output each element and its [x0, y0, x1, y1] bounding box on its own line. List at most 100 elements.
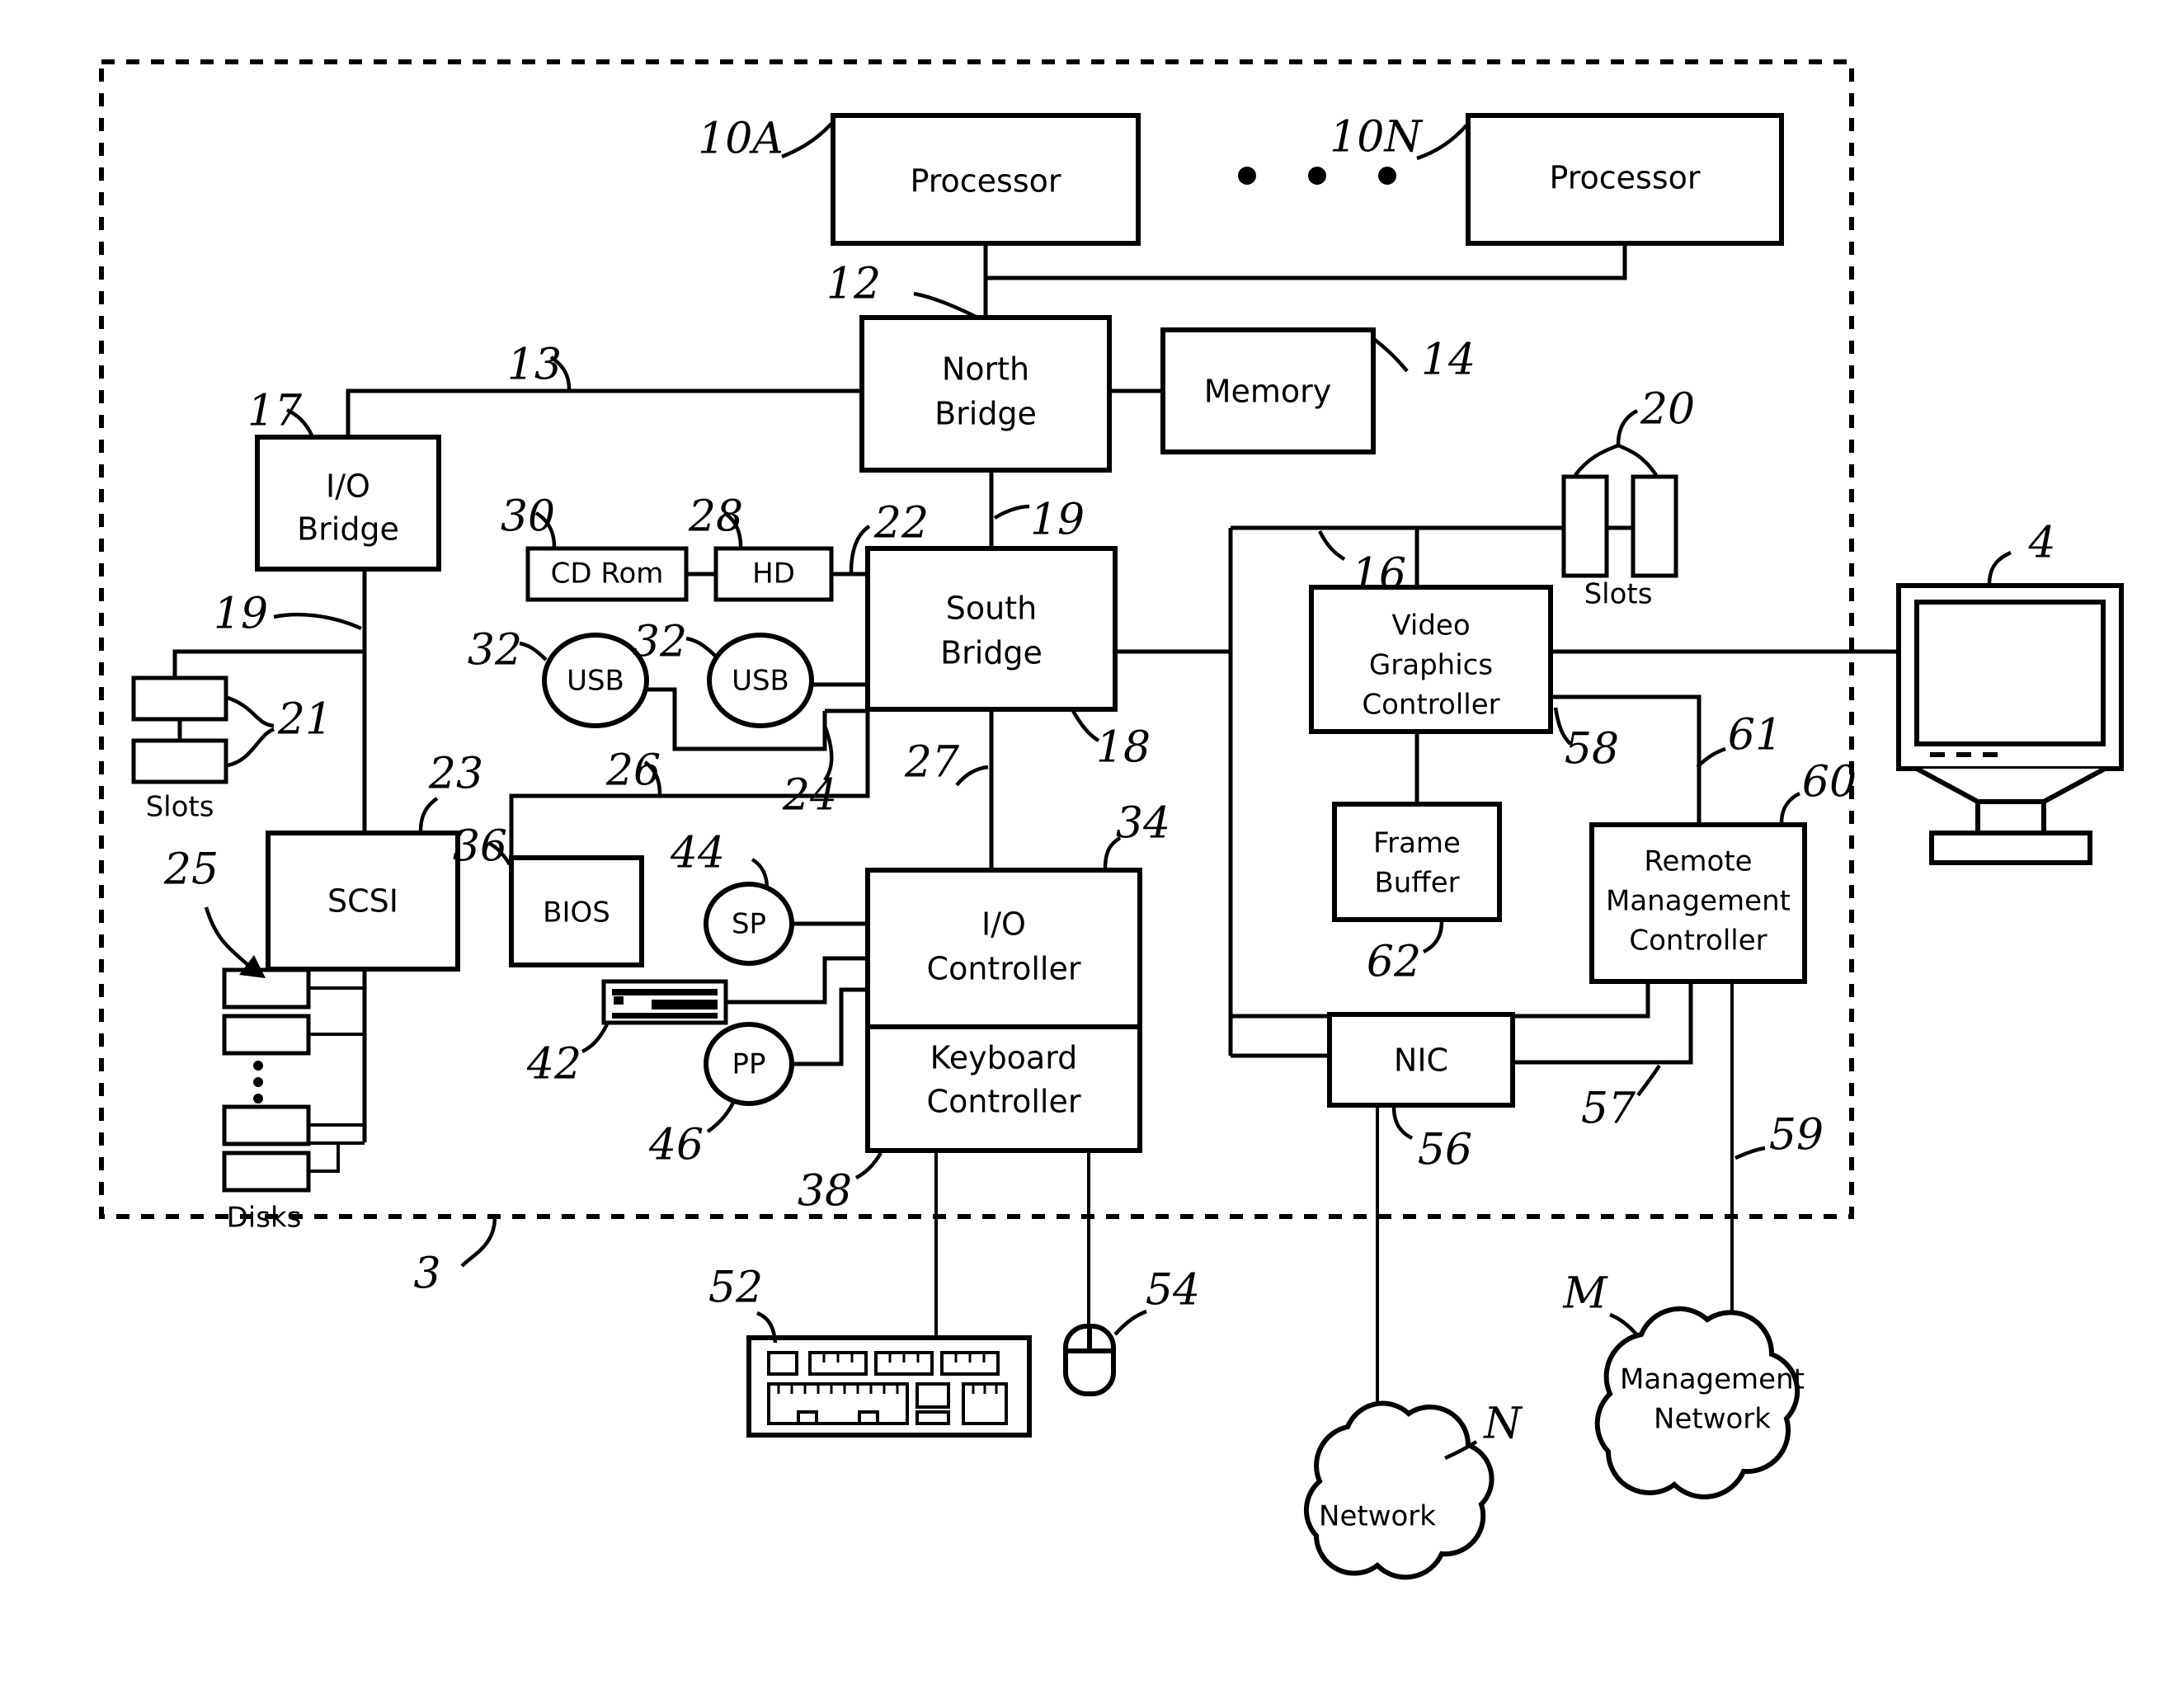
- monitor-icon: [1896, 583, 2124, 865]
- lead-20-a: [1574, 443, 1619, 477]
- keyboard-controller-label-2: Controller: [927, 1084, 1081, 1120]
- wire-left-slots: [172, 649, 365, 678]
- lead-25: [204, 906, 257, 973]
- scsi-label: SCSI: [327, 883, 398, 920]
- network-cloud-label: Network: [1319, 1500, 1436, 1533]
- lead-54: [1113, 1309, 1147, 1336]
- lead-38: [854, 1151, 883, 1180]
- ref-20: 20: [1640, 385, 1695, 435]
- lead-4: [1987, 550, 2012, 585]
- ref-N: N: [1482, 1400, 1523, 1449]
- ref-21: 21: [277, 695, 332, 745]
- ref-32-right: 32: [633, 618, 687, 667]
- lead-10N: [1416, 124, 1468, 161]
- disks-label: Disks: [227, 1202, 302, 1235]
- lead-10A: [781, 122, 833, 159]
- vgc-label-3: Controller: [1362, 689, 1499, 722]
- ref-27: 27: [904, 738, 960, 788]
- ref-52: 52: [708, 1264, 763, 1313]
- ref-4: 4: [2027, 519, 2055, 568]
- ref-12: 12: [826, 260, 881, 309]
- floppy-drive-icon: [601, 979, 728, 1025]
- disk-4: [222, 1151, 311, 1193]
- lead-16: [1317, 529, 1346, 561]
- processor-ellipsis-dot: [1308, 167, 1326, 185]
- io-bridge-label-2: Bridge: [297, 511, 399, 548]
- disk-ellipsis-dot: [253, 1061, 263, 1071]
- ref-13: 13: [507, 341, 562, 390]
- disk-2: [222, 1014, 311, 1056]
- slot-left-2: [131, 738, 228, 784]
- rmc-label-2: Management: [1606, 885, 1791, 918]
- slot-left-1: [131, 675, 228, 722]
- ref-57: 57: [1581, 1085, 1636, 1134]
- processor-ellipsis-dot: [1378, 167, 1396, 185]
- ref-17: 17: [247, 387, 303, 436]
- ref-34: 34: [1116, 799, 1170, 849]
- ref-58: 58: [1565, 725, 1619, 774]
- lead-20-b: [1617, 443, 1658, 477]
- memory-label: Memory: [1204, 374, 1332, 410]
- lead-M: [1609, 1312, 1640, 1338]
- lead-20-stem: [1616, 409, 1639, 446]
- ref-60: 60: [1802, 758, 1857, 807]
- north-bridge-label-1: North: [942, 351, 1029, 388]
- wire-disk-4b: [308, 1143, 340, 1173]
- lead-32-right: [685, 636, 718, 658]
- ref-28: 28: [688, 492, 743, 542]
- wire-nic-rmc: [1513, 981, 1693, 1065]
- south-bridge-label-1: South: [946, 591, 1037, 627]
- lead-18: [1071, 708, 1100, 742]
- processor-n-label: Processor: [1549, 160, 1700, 196]
- disk-ellipsis-dot: [253, 1077, 263, 1087]
- bios-label: BIOS: [543, 897, 610, 930]
- ref-42: 42: [526, 1040, 581, 1090]
- lead-56: [1391, 1106, 1414, 1141]
- ref-30: 30: [501, 492, 555, 542]
- lead-62: [1422, 920, 1444, 954]
- ref-14: 14: [1421, 336, 1476, 385]
- keyboard-controller-label-1: Keyboard: [930, 1040, 1078, 1076]
- rmc-label-1: Remote: [1644, 845, 1752, 878]
- ref-46: 46: [648, 1121, 704, 1170]
- rmc-label-3: Controller: [1629, 925, 1767, 958]
- slot-right-1: [1561, 474, 1609, 578]
- ref-23: 23: [428, 750, 483, 799]
- ref-36: 36: [453, 822, 507, 872]
- nic-label: NIC: [1394, 1042, 1448, 1079]
- ref-38: 38: [798, 1167, 852, 1217]
- cd-rom-label: CD Rom: [551, 558, 664, 591]
- lead-60: [1779, 791, 1801, 824]
- ref-44: 44: [670, 829, 725, 878]
- lead-46: [706, 1099, 737, 1133]
- frame-buffer-label-1: Frame: [1373, 827, 1461, 860]
- ref-16: 16: [1352, 550, 1406, 600]
- serial-port-label: SP: [732, 908, 766, 941]
- ref-18: 18: [1096, 723, 1151, 773]
- parallel-port-label: PP: [732, 1048, 765, 1081]
- lead-32-left: [519, 641, 548, 661]
- ref-54: 54: [1146, 1266, 1200, 1315]
- wire-north-io-bridge: [346, 388, 862, 437]
- slot-right-2: [1631, 474, 1678, 578]
- io-controller-block: [865, 868, 1142, 1029]
- network-cloud-icon: [1303, 1400, 1494, 1580]
- lead-19-left: [273, 612, 362, 631]
- ref-19-center: 19: [1030, 496, 1085, 545]
- ref-22: 22: [873, 499, 929, 548]
- slots-right-label: Slots: [1584, 578, 1653, 611]
- south-bridge-block: [865, 546, 1118, 712]
- patent-figure-canvas: 3 Processor 10A Processor 10N 12 North B…: [0, 0, 2184, 1699]
- diagram-svg: 3 Processor 10A Processor 10N 12 North B…: [99, 59, 2124, 1580]
- south-bridge-label-2: Bridge: [940, 635, 1043, 671]
- ref-10N: 10N: [1330, 113, 1423, 162]
- wire-proc-n-bus: [986, 243, 1627, 280]
- ref-61: 61: [1728, 711, 1782, 760]
- ref-62: 62: [1367, 938, 1421, 987]
- management-network-label-1: Management: [1620, 1363, 1805, 1396]
- north-bridge-label-2: Bridge: [934, 396, 1037, 432]
- disk-ellipsis-dot: [253, 1094, 263, 1104]
- ref-19-left: 19: [214, 590, 268, 639]
- lead-42: [581, 1023, 610, 1054]
- slots-left-label: Slots: [146, 791, 214, 824]
